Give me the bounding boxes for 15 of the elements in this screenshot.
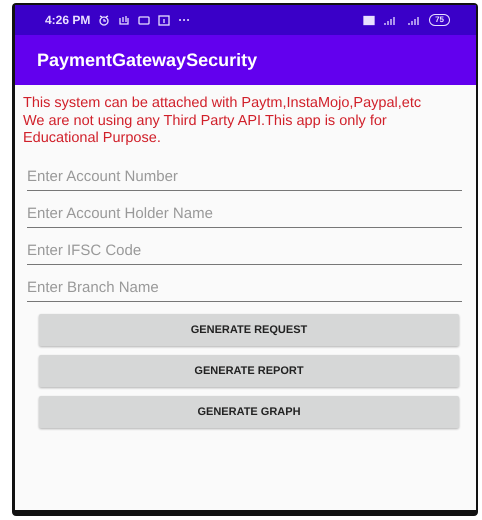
battery-level: 75	[429, 14, 450, 26]
action-button[interactable]: GENERATE REPORT	[39, 355, 459, 387]
signal-icon	[407, 14, 422, 26]
action-button[interactable]: GENERATE REQUEST	[39, 314, 459, 346]
input-field[interactable]: Enter Account Holder Name	[27, 201, 462, 228]
input-field[interactable]: Enter Account Number	[27, 164, 462, 191]
action-button[interactable]: GENERATE GRAPH	[39, 396, 459, 428]
more-notifications: ···	[178, 13, 190, 27]
input-field[interactable]: Enter Branch Name	[27, 275, 462, 302]
notice-text: We are not using any Third Party API.This app is only for Educational Purpose.	[23, 113, 388, 147]
app-title: PaymentGatewaySecurity	[37, 50, 258, 70]
alarm-clock-icon	[98, 14, 110, 26]
input-field[interactable]: Enter IFSC Code	[27, 238, 462, 265]
status-time: 4:26 PM	[45, 13, 90, 27]
notice-text: This system can be attached with Paytm,InstaMojo,Paypal,etc	[23, 95, 422, 112]
